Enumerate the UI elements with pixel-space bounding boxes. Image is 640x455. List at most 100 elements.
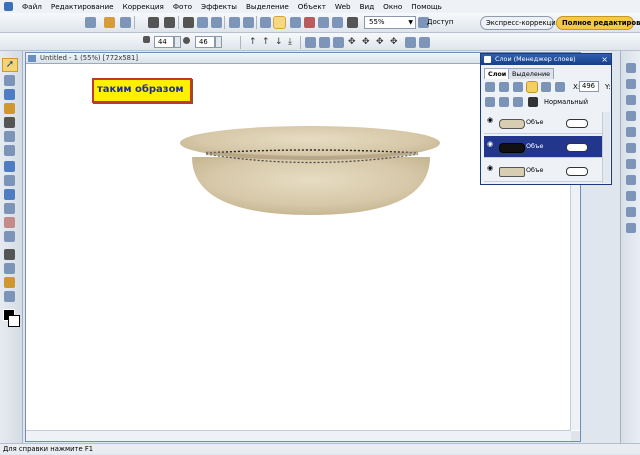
smudge-tool-icon[interactable] [4,203,15,214]
full-editing-button[interactable]: Полное редактиров... [556,16,640,30]
move-icon[interactable]: ✥ [390,36,398,48]
layers-icon[interactable] [626,79,636,89]
delete-icon[interactable] [528,97,538,107]
new-file-icon[interactable] [85,17,96,28]
size-field[interactable]: 44 [154,36,174,48]
eye-icon[interactable]: ◉ [487,116,493,124]
move-icon[interactable]: ✥ [376,36,384,48]
cut-icon[interactable] [183,17,194,28]
crop-tool-icon[interactable] [4,131,15,142]
red-eye-icon[interactable] [304,17,315,28]
undo-icon[interactable] [229,17,240,28]
menu-effects[interactable]: Эффекты [201,2,237,11]
pointer-tool-icon[interactable]: ➚ [2,58,18,72]
magic-wand-icon[interactable] [4,103,15,114]
pen-tool-icon[interactable] [4,277,15,288]
info-icon[interactable] [626,127,636,137]
x-coordinate-field[interactable]: 496 [579,81,599,92]
layer-row[interactable]: ◉ Объе [484,112,608,134]
move-icon[interactable]: ✥ [348,36,356,48]
menu-web[interactable]: Web [335,2,351,11]
merge-icon[interactable] [541,82,551,92]
history-icon[interactable] [626,95,636,105]
zoom-select[interactable]: 55% ▼ [364,16,416,29]
lock-layer-icon[interactable] [526,81,538,93]
save-icon[interactable] [120,17,131,28]
arrow-up-bold-icon[interactable]: ↑ [262,36,270,48]
close-icon[interactable]: × [601,54,608,65]
resize-handle[interactable] [571,431,580,441]
group-icon[interactable] [405,37,416,48]
zoom-tool-icon[interactable] [347,17,358,28]
background-color-swatch[interactable] [8,315,20,327]
library-icon[interactable] [626,143,636,153]
copy-icon[interactable] [197,17,208,28]
color-icon[interactable] [318,17,329,28]
tab-selection[interactable]: Выделение [508,68,555,79]
menu-file[interactable]: Файл [22,2,42,11]
styles-icon[interactable] [626,175,636,185]
layer-properties-icon[interactable] [513,82,523,92]
trash-icon[interactable] [513,97,523,107]
eyedropper-icon[interactable] [4,263,15,274]
mask-icon[interactable] [499,97,509,107]
text-icon[interactable] [626,223,636,233]
shapes-icon[interactable] [626,207,636,217]
hand-tool-icon[interactable] [4,291,15,302]
new-layer-icon[interactable] [485,82,495,92]
color-palette-icon[interactable] [626,111,636,121]
menu-view[interactable]: Вид [360,2,375,11]
align-right-icon[interactable] [333,37,344,48]
tab-layers[interactable]: Слои [484,68,511,79]
eye-icon[interactable]: ◉ [487,164,493,172]
menu-photo[interactable]: Фото [173,2,192,11]
text-tool-icon[interactable] [4,117,15,128]
express-correction-button[interactable]: Экспресс-коррекция [480,16,560,30]
menu-selection[interactable]: Выделение [246,2,289,11]
open-folder-icon[interactable] [104,17,115,28]
opacity-spinner[interactable] [215,36,222,48]
layers-panel-titlebar[interactable]: Слои (Менеджер слоев) × [481,54,611,65]
size-spinner[interactable] [174,36,181,48]
fill-tool-icon[interactable] [4,231,15,242]
link-icon[interactable] [555,82,565,92]
lasso-tool-icon[interactable] [4,89,15,100]
navigator-icon[interactable] [626,63,636,73]
zoom-tool-icon[interactable] [4,249,15,260]
brush-tool-icon[interactable] [4,175,15,186]
brightness-icon[interactable] [332,17,343,28]
layers-scrollbar[interactable] [602,112,610,183]
redo-icon[interactable] [243,17,254,28]
shape-tool-icon[interactable] [4,161,15,172]
arrow-down-icon[interactable]: ↓ [275,36,283,48]
scan-icon[interactable] [164,17,175,28]
menu-window[interactable]: Окно [383,2,402,11]
align-left-icon[interactable] [305,37,316,48]
align-center-icon[interactable] [319,37,330,48]
brushes-icon[interactable] [626,191,636,201]
arrow-bottom-icon[interactable]: ⤓ [288,36,292,48]
menu-help[interactable]: Помощь [411,2,442,11]
copy-layer-icon[interactable] [499,82,509,92]
grid-icon[interactable] [4,145,15,156]
clone-tool-icon[interactable] [4,189,15,200]
horizontal-scrollbar[interactable] [26,430,571,441]
selection-tool-icon[interactable] [4,75,15,86]
ungroup-icon[interactable] [419,37,430,48]
stone-bowl[interactable] [192,157,430,215]
move-icon[interactable]: ✥ [362,36,370,48]
crop-icon[interactable] [273,16,286,29]
blend-mode-select[interactable]: Нормальный [544,98,588,106]
print-icon[interactable] [148,17,159,28]
effects-icon[interactable] [626,159,636,169]
layer-row[interactable]: ◉ Объе [484,160,608,182]
menu-edit[interactable]: Редактирование [51,2,114,11]
rotate-icon[interactable] [260,17,271,28]
layer-row-selected[interactable]: ◉ Объе [484,136,608,158]
visibility-icon[interactable] [485,97,495,107]
eye-icon[interactable]: ◉ [487,140,493,148]
resize-icon[interactable] [290,17,301,28]
arrow-up-icon[interactable]: ↑ [249,36,257,48]
menu-object[interactable]: Объект [298,2,326,11]
opacity-field[interactable]: 46 [195,36,215,48]
